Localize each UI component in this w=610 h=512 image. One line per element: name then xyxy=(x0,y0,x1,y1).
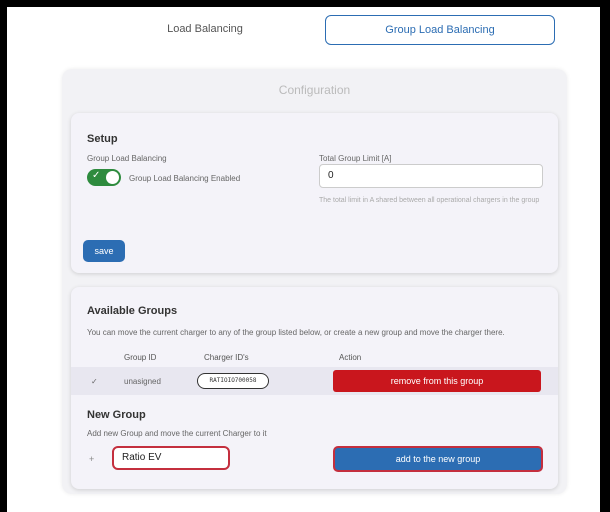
configuration-panel: Configuration Setup Group Load Balancing… xyxy=(62,69,567,494)
new-group-heading: New Group xyxy=(87,409,146,421)
groups-table-header: Group ID Charger ID's Action xyxy=(71,349,558,367)
table-row: ✓ unasigned RATIOIO700058 remove from th… xyxy=(71,367,558,395)
toggle-label: Group Load Balancing Enabled xyxy=(129,174,241,183)
tab-group-load-balancing[interactable]: Group Load Balancing xyxy=(325,15,555,45)
group-lb-label: Group Load Balancing xyxy=(87,154,167,163)
remove-from-group-button[interactable]: remove from this group xyxy=(333,370,541,392)
col-group-id: Group ID xyxy=(124,353,157,362)
add-to-new-group-button[interactable]: add to the new group xyxy=(333,446,543,472)
col-action: Action xyxy=(339,353,362,362)
check-icon: ✓ xyxy=(92,170,101,181)
limit-label: Total Group Limit [A] xyxy=(319,154,392,163)
setup-heading: Setup xyxy=(87,133,118,145)
panel-title: Configuration xyxy=(278,83,351,97)
plus-icon: + xyxy=(89,454,95,464)
col-charger-ids: Charger ID's xyxy=(204,353,249,362)
new-group-name-input[interactable]: Ratio EV xyxy=(112,446,230,470)
limit-hint: The total limit in A shared between all … xyxy=(319,197,540,204)
group-lb-toggle[interactable]: ✓ xyxy=(87,169,121,186)
app-frame: Load Balancing Group Load Balancing Conf… xyxy=(7,7,600,512)
row-group-id: unasigned xyxy=(124,377,161,386)
toggle-knob xyxy=(106,171,119,184)
available-groups-card: Available Groups You can move the curren… xyxy=(71,287,558,489)
groups-heading: Available Groups xyxy=(87,305,178,317)
new-group-description: Add new Group and move the current Charg… xyxy=(87,429,267,438)
save-button[interactable]: save xyxy=(83,240,125,262)
total-group-limit-input[interactable]: 0 xyxy=(319,164,543,188)
charger-id-badge: RATIOIO700058 xyxy=(197,373,269,389)
setup-card: Setup Group Load Balancing ✓ Group Load … xyxy=(71,113,558,273)
row-check-icon: ✓ xyxy=(91,377,98,386)
groups-description: You can move the current charger to any … xyxy=(87,328,505,337)
tab-load-balancing[interactable]: Load Balancing xyxy=(125,15,285,45)
